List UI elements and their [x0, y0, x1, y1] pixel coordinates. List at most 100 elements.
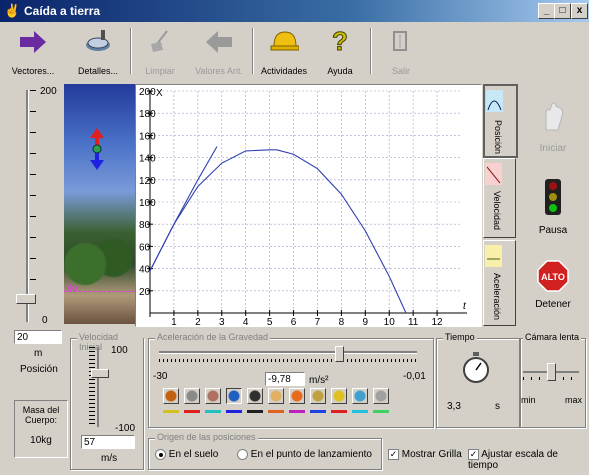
close-button[interactable]: x	[571, 3, 588, 19]
y-tick-label: 100	[139, 198, 156, 209]
camara-group-label: Cámara lenta	[523, 332, 582, 342]
position-graph: 1 2 3 4 5 6 7 8 9 10 11 122040608010012014016018020…	[139, 87, 467, 328]
limpiar-button[interactable]: Limpiar	[140, 26, 180, 76]
velocity-bottom-label: -100	[115, 423, 136, 434]
detener-label: Detener	[535, 299, 571, 310]
xo-label: Xo	[66, 283, 78, 293]
series-line-1	[149, 149, 407, 314]
tiempo-unit: s	[495, 401, 500, 412]
planet-7-line-color	[289, 410, 305, 413]
acceleration-graph-icon	[485, 245, 502, 267]
tiempo-group-label: Tiempo	[443, 332, 477, 342]
velocity-group: Velocidad Inicial 100 -100 m/s	[70, 332, 144, 470]
x-tick-label: 1	[171, 317, 177, 326]
x-tick-label: 2	[195, 317, 201, 326]
stop-sign-text: ALTO	[541, 272, 565, 282]
tiempo-value: 3,3	[447, 401, 461, 412]
planet-11-icon[interactable]	[373, 388, 389, 404]
velocity-slider-thumb[interactable]	[91, 369, 109, 378]
maximize-button[interactable]: □	[554, 3, 571, 19]
gravity-input[interactable]	[265, 372, 305, 386]
position-slider[interactable]: 200 0	[14, 86, 62, 330]
ajustar-escala-checkbox[interactable]: ✓	[468, 449, 479, 460]
origen-suelo-label: En el suelo	[168, 449, 219, 461]
detalles-button[interactable]: Detalles...	[75, 26, 121, 76]
mass-value: 10kg	[30, 435, 52, 446]
help-icon: ?	[332, 26, 349, 57]
mostrar-grilla-option[interactable]: ✓ Mostrar Grilla	[388, 449, 462, 460]
camara-slider-thumb[interactable]	[547, 363, 556, 381]
iniciar-button[interactable]: Iniciar	[522, 92, 584, 164]
planet-5-icon[interactable]	[247, 388, 263, 404]
ayuda-button[interactable]: ? Ayuda	[320, 26, 360, 77]
hand-icon	[545, 102, 564, 131]
body-ball-icon	[90, 128, 104, 170]
origen-lanzamiento-label: En el punto de lanzamiento	[250, 449, 372, 461]
camara-slider[interactable]	[523, 361, 581, 385]
planet-2-icon[interactable]	[184, 388, 200, 404]
planet-1-icon[interactable]	[163, 388, 179, 404]
planet-3-icon[interactable]	[205, 388, 221, 404]
position-slider-thumb[interactable]	[16, 294, 36, 304]
stop-sign-icon: ALTO	[537, 260, 569, 292]
planet-7-icon[interactable]	[289, 388, 305, 404]
scale-top-label: 200	[40, 86, 57, 97]
position-input[interactable]	[14, 330, 62, 344]
detener-button[interactable]: ALTO Detener	[522, 252, 584, 324]
planet-3-line-color	[205, 410, 221, 413]
planet-5-line-color	[247, 410, 263, 413]
x-axis-label: t	[463, 301, 467, 312]
gravity-min-label: -30	[153, 371, 168, 382]
x-tick-label: 10	[384, 317, 396, 326]
actividades-button[interactable]: Actividades	[256, 26, 312, 76]
gravity-slider[interactable]	[159, 345, 419, 367]
planet-selector[interactable]	[163, 388, 403, 422]
salir-button[interactable]: Salir	[383, 26, 419, 76]
tab-aceleracion[interactable]: Aceleración	[483, 240, 516, 326]
y-tick-label: 180	[139, 109, 156, 120]
planet-9-line-color	[331, 410, 347, 413]
origen-lanzamiento-radio[interactable]	[237, 449, 248, 460]
gravity-slider-thumb[interactable]	[335, 346, 344, 362]
minimize-button[interactable]: _	[538, 3, 555, 19]
title-bar: ✌ Caída a tierra _ □ x	[0, 0, 589, 22]
y-tick-label: 80	[139, 220, 151, 231]
ajustar-escala-option[interactable]: ✓ Ajustar escala de tiempo	[468, 449, 589, 471]
velocity-graph-icon	[485, 163, 502, 185]
velocity-input[interactable]	[81, 435, 135, 449]
vectores-button[interactable]: Vectores...	[10, 26, 56, 76]
planet-8-icon[interactable]	[310, 388, 326, 404]
origen-suelo-radio[interactable]	[155, 449, 166, 460]
iniciar-label: Iniciar	[539, 143, 567, 154]
origen-lanzamiento-option[interactable]: En el punto de lanzamiento	[237, 449, 372, 460]
planet-11-line-color	[373, 410, 389, 413]
tab-velocidad-label: Velocidad	[492, 191, 502, 231]
tiempo-group: Tiempo 3,3 s	[436, 332, 520, 428]
mostrar-grilla-checkbox[interactable]: ✓	[388, 449, 399, 460]
planet-2-line-color	[184, 410, 200, 413]
mass-label: Masa del Cuerpo:	[22, 405, 60, 425]
planet-10-icon[interactable]	[352, 388, 368, 404]
broom-icon	[151, 30, 168, 52]
planet-4-icon[interactable]	[226, 388, 242, 404]
planet-1-line-color	[163, 410, 179, 413]
tab-posicion[interactable]: Posición	[483, 84, 518, 158]
mass-box: Masa del Cuerpo: 10kg	[14, 400, 68, 458]
y-tick-label: 140	[139, 154, 156, 165]
origen-suelo-option[interactable]: En el suelo	[155, 449, 218, 460]
tab-velocidad[interactable]: Velocidad	[483, 158, 516, 238]
gravity-max-label: -0,01	[403, 371, 426, 382]
y-tick-label: 160	[139, 131, 156, 142]
y-tick-label: 200	[139, 87, 156, 98]
pausa-button[interactable]: Pausa	[522, 170, 584, 244]
scale-bottom-label: 0	[42, 315, 48, 326]
gravity-group: Aceleración de la Gravedad -30 -0,01 m/s…	[148, 332, 434, 428]
x-tick-label: 9	[363, 317, 369, 326]
planet-6-icon[interactable]	[268, 388, 284, 404]
planet-9-icon[interactable]	[331, 388, 347, 404]
y-axis-label: X	[156, 88, 163, 99]
velocity-slider[interactable]	[87, 347, 111, 429]
valores-ant-button[interactable]: Valores Ant.	[190, 26, 248, 76]
arrow-left-icon	[206, 31, 232, 53]
position-graph-icon	[486, 90, 503, 112]
